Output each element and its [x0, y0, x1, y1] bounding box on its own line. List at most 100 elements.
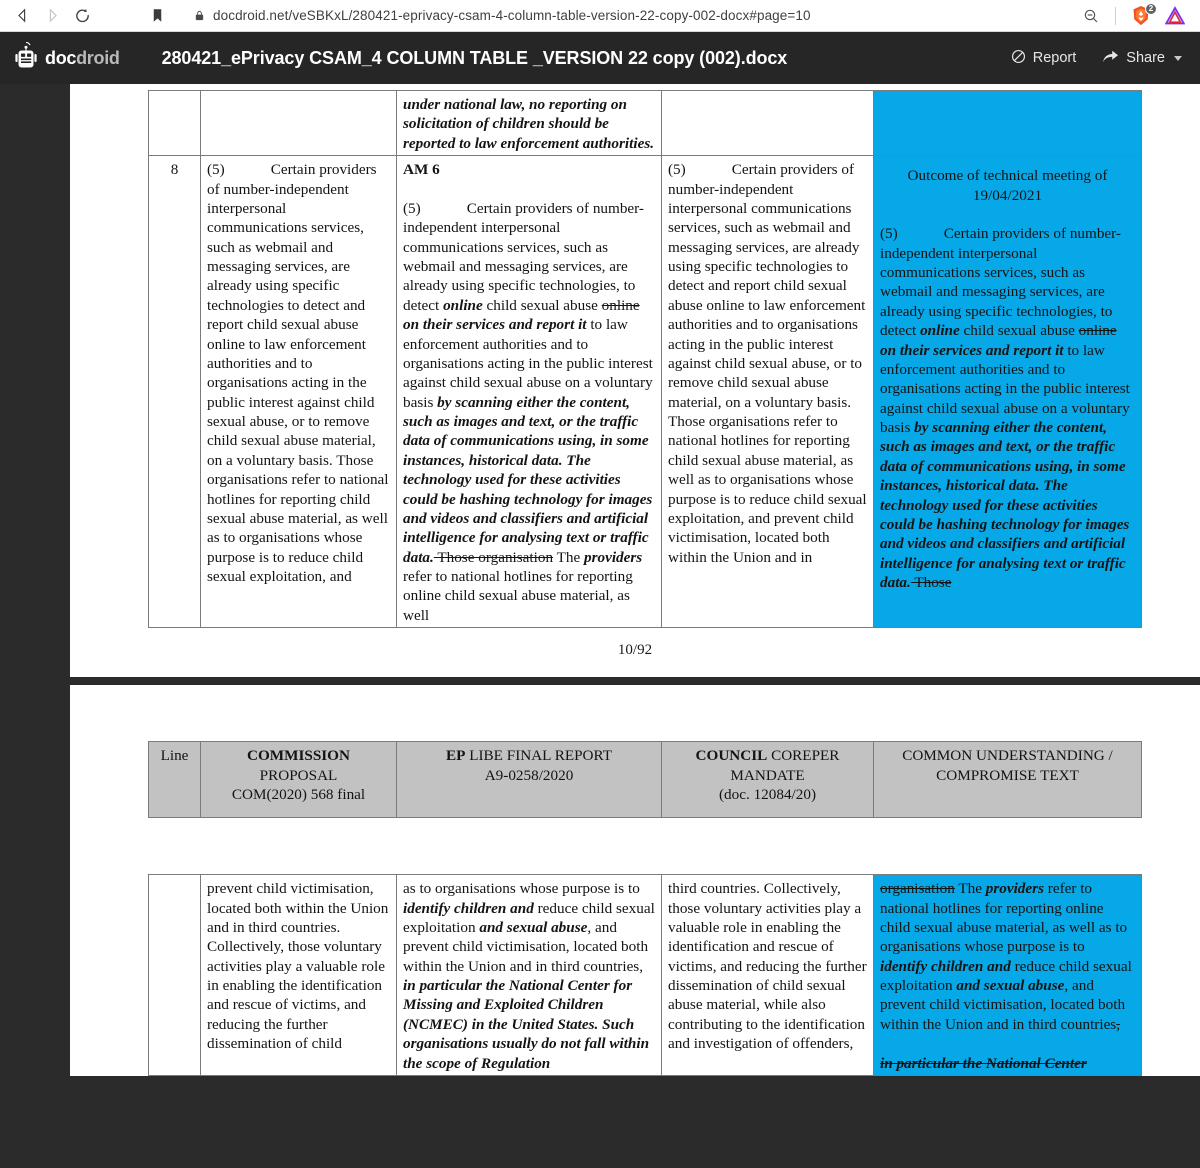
header-common: COMMON UNDERSTANDING / COMPROMISE TEXT [873, 741, 1142, 819]
ep-strike-2: Those organisation [433, 548, 554, 566]
header-ep-sub: A9-0258/2020 [484, 766, 574, 784]
header-council-bold: COUNCIL [695, 747, 768, 765]
cell-council: third countries. Collectively, those vol… [661, 874, 874, 1076]
council-text: Certain providers of number-independent … [668, 161, 867, 566]
ep-text-4: The [553, 548, 584, 566]
comparison-table-page10: under national law, no reporting on soli… [148, 89, 1142, 629]
ep-text-2: child sexual abuse [482, 296, 602, 314]
common-bold-3: by scanning either the content, such as … [880, 419, 1130, 591]
brave-lion-shield-icon[interactable]: 2 [1126, 2, 1157, 29]
share-button[interactable]: Share [1102, 49, 1182, 68]
header-commission-sub: COM(2020) 568 final [231, 785, 366, 803]
url-text: docdroid.net/veSBKxL/280421-eprivacy-csa… [213, 8, 811, 23]
common-text-1: The [954, 880, 986, 898]
no-entry-icon [1011, 49, 1026, 68]
cell-ep: AM 6 (5) Certain providers of number-inde… [396, 155, 662, 629]
docdroid-robot-icon [14, 41, 38, 75]
cell-line [148, 89, 201, 157]
common-strike-2: , [1116, 1015, 1121, 1033]
header-line: Line [148, 741, 201, 819]
council-num: (5) [668, 161, 686, 179]
common-bold-3: and sexual abuse [956, 977, 1065, 994]
common-bold-1: online [920, 322, 960, 340]
ep-bold-3: by scanning either the content, such as … [403, 393, 653, 566]
page-number: 10/92 [617, 642, 653, 659]
ep-num: (5) [403, 199, 421, 217]
header-council-sub1: MANDATE [730, 766, 805, 784]
cell-commission: prevent child victimisation, located bot… [200, 874, 397, 1076]
header-common-line1: COMMON UNDERSTANDING / [902, 747, 1113, 765]
commission-num: (5) [207, 161, 225, 179]
docdroid-logo[interactable]: docdroid [14, 41, 120, 75]
document-page-10: under national law, no reporting on soli… [70, 84, 1200, 678]
report-label: Report [1032, 50, 1077, 66]
header-ep: EP LIBE FINAL REPORT A9-0258/2020 [396, 741, 662, 819]
zoom-out-icon[interactable] [1077, 3, 1105, 29]
browser-toolbar: docdroid.net/veSBKxL/280421-eprivacy-csa… [0, 0, 1200, 32]
common-strike-1: online [1078, 322, 1117, 340]
ep-amendment-label: AM 6 [403, 161, 440, 179]
commission-text: Certain providers of number-independent … [207, 161, 389, 585]
table-row: 8 (5) Certain providers of number-indepen… [148, 155, 1142, 629]
ep-bold-1: online [443, 296, 483, 314]
logo-droid: droid [76, 47, 120, 68]
ep-bold-3: in particular the National Center for Mi… [403, 977, 650, 1072]
share-arrow-icon [1102, 49, 1119, 68]
brave-shield-badge: 2 [1145, 2, 1157, 15]
document-page-11: Line COMMISSION PROPOSAL COM(2020) 568 f… [70, 685, 1200, 1076]
ep-bold-2: and sexual abuse [479, 918, 588, 936]
ep-bold-4: providers [584, 548, 643, 566]
common-bold-1: providers [985, 880, 1044, 898]
ep-bold-1: identify children and [403, 899, 534, 917]
header-commission-bold: COMMISSION [247, 747, 350, 765]
ep-text-l3: authorities. [582, 134, 655, 152]
header-ep-bold: EP [445, 747, 466, 765]
common-strike-1: organisation [880, 880, 955, 898]
chevron-down-icon[interactable] [1174, 55, 1182, 61]
header-common-line2: COMPROMISE TEXT [936, 766, 1079, 784]
common-bold-2: on their services and report it [880, 341, 1064, 359]
common-text-2: child sexual abuse [959, 322, 1079, 340]
page-title: 280421_ePrivacy CSAM_4 COLUMN TABLE _VER… [161, 47, 788, 68]
comparison-table-page11: prevent child victimisation, located bot… [148, 874, 1142, 1076]
browser-action-icons: 2 [1077, 2, 1192, 29]
ep-text-1: as to organisations whose purpose is to [403, 880, 640, 898]
forward-arrow-icon [38, 3, 66, 29]
header-council: COUNCIL COREPER MANDATE (doc. 12084/20) [661, 741, 874, 819]
table-row: prevent child victimisation, located bot… [148, 874, 1142, 1076]
purple-triangle-extension-icon[interactable] [1160, 3, 1190, 29]
header-council-rest: COREPER [767, 747, 840, 765]
back-arrow-icon[interactable] [8, 3, 36, 29]
document-viewer[interactable]: under national law, no reporting on soli… [0, 84, 1200, 1168]
address-bar[interactable]: docdroid.net/veSBKxL/280421-eprivacy-csa… [182, 3, 1069, 28]
cell-common: organisation The providers refer to nati… [873, 874, 1142, 1076]
docdroid-wordmark: docdroid [45, 48, 120, 69]
report-button[interactable]: Report [1011, 49, 1077, 68]
common-heading: Outcome of technical meeting of 19/04/20… [880, 160, 1135, 205]
cell-line [148, 874, 201, 1076]
common-heading-line1: Outcome of technical meeting of [907, 167, 1108, 185]
table-row: under national law, no reporting on soli… [148, 89, 1142, 157]
docdroid-header: docdroid 280421_ePrivacy CSAM_4 COLUMN T… [0, 32, 1200, 84]
ep-text-l1: under national law, no reporting on soli… [403, 96, 627, 133]
reload-icon[interactable] [68, 3, 96, 29]
ep-text-5: refer to national hotlines for reporting… [403, 568, 633, 624]
common-bold-2: identify children and [880, 957, 1011, 975]
common-heading-line2: 19/04/2021 [972, 186, 1043, 204]
cell-ep: as to organisations whose purpose is to … [396, 874, 662, 1076]
toolbar-divider [1115, 6, 1116, 25]
logo-doc: doc [45, 47, 77, 68]
cell-common [873, 89, 1142, 157]
ep-strike-1: online [601, 296, 640, 314]
common-bold-4: in particular the National Center [880, 1054, 1087, 1072]
cell-council [661, 89, 874, 157]
header-actions: Report Share [1011, 49, 1182, 68]
ep-bold-2: on their services and report it [403, 316, 587, 334]
bookmark-icon[interactable] [142, 3, 172, 29]
cell-common: Outcome of technical meeting of 19/04/20… [873, 155, 1142, 629]
cell-line: 8 [148, 155, 201, 629]
cell-commission [200, 89, 397, 157]
header-ep-rest: LIBE FINAL REPORT [465, 747, 613, 765]
cell-council: (5) Certain providers of number-independe… [661, 155, 874, 629]
ep-text-l2: reported to law enforcement [403, 134, 579, 152]
